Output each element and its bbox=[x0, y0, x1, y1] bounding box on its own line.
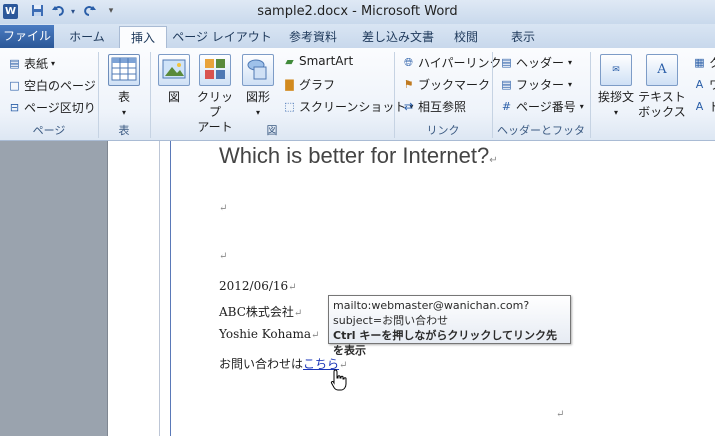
empty-paragraph[interactable]: ↵ bbox=[219, 200, 227, 214]
dropcap-button[interactable]: Aド bbox=[693, 98, 715, 115]
bookmark-button[interactable]: ⚑ ブックマーク bbox=[402, 76, 490, 93]
ribbon-tab-row: ファイル ホーム 挿入 ページ レイアウト 参考資料 差し込み文書 校閲 表示 bbox=[0, 24, 715, 49]
screenshot-icon: ⬚ bbox=[284, 100, 295, 113]
paragraph-mark: ↵ bbox=[556, 409, 565, 420]
header-button[interactable]: ▤ ヘッダー ▾ bbox=[500, 54, 572, 71]
footer-dropdown-icon: ▾ bbox=[568, 80, 573, 89]
group-label-header-footer: ヘッダーとフッター bbox=[497, 124, 585, 153]
paragraph-mark: ↵ bbox=[489, 155, 498, 166]
document-margin-background bbox=[0, 141, 107, 436]
cross-reference-button[interactable]: ⇄ 相互参照 bbox=[402, 98, 466, 115]
chart-icon: ▇ bbox=[285, 78, 294, 91]
textbox-button[interactable]: A テキスト ボックス bbox=[638, 54, 686, 120]
shapes-button[interactable]: 図形 ▾ bbox=[240, 54, 276, 120]
greeting-button[interactable]: ✉ 挨拶文 ▾ bbox=[596, 54, 636, 120]
smartart-button[interactable]: ▰ SmartArt bbox=[283, 54, 353, 68]
textbox-icon: A bbox=[646, 54, 678, 86]
text-boundary-guide bbox=[159, 141, 160, 436]
group-label-pages: ページ bbox=[32, 124, 66, 137]
title-bar: W ▾ ▾ sample2.docx - Microsoft Word bbox=[0, 0, 715, 24]
hyperlink-button[interactable]: 🌐︎ ハイパーリンク bbox=[402, 54, 501, 71]
table-button[interactable]: 表 ▾ bbox=[104, 54, 144, 120]
hand-cursor-icon bbox=[330, 369, 347, 391]
footer-button[interactable]: ▤ フッター ▾ bbox=[500, 76, 572, 93]
paragraph-mark: ↵ bbox=[293, 308, 303, 319]
ribbon: ▤ 表紙 ▾ □ 空白のページ ⊟ ページ区切り ページ 表 ▾ 表 図 クリップ アー… bbox=[0, 48, 715, 153]
greeting-icon: ✉ bbox=[600, 54, 632, 86]
bookmark-icon: ⚑ bbox=[403, 78, 414, 91]
tab-view[interactable]: 表示 bbox=[502, 26, 544, 48]
paragraph-mark: ↵ bbox=[288, 282, 297, 293]
wordart-icon: A bbox=[695, 78, 704, 91]
page-number-button[interactable]: # ページ番号 ▾ bbox=[500, 98, 584, 115]
group-label-tables: 表 bbox=[118, 124, 130, 137]
cover-page-button[interactable]: ▤ 表紙 ▾ bbox=[8, 55, 55, 72]
date-line[interactable]: 2012/06/16↵ bbox=[219, 279, 297, 293]
group-label-links: リンク bbox=[426, 124, 460, 137]
document-page[interactable] bbox=[107, 141, 715, 436]
document-heading[interactable]: Which is better for Internet?↵ bbox=[219, 143, 498, 169]
blank-page-button[interactable]: □ 空白のページ bbox=[8, 77, 95, 94]
company-line[interactable]: ABC株式会社↵ bbox=[219, 303, 302, 320]
footer-icon: ▤ bbox=[501, 78, 512, 91]
tab-page-layout[interactable]: ページ レイアウト bbox=[172, 26, 272, 48]
tab-mailings[interactable]: 差し込み文書 bbox=[356, 26, 440, 48]
cover-dropdown-icon: ▾ bbox=[51, 59, 56, 68]
dropcap-icon: A bbox=[695, 100, 704, 113]
page-number-icon: # bbox=[501, 100, 512, 113]
paragraph-mark: ↵ bbox=[311, 330, 320, 341]
quick-parts-icon: ▦ bbox=[694, 56, 705, 69]
tab-insert[interactable]: 挿入 bbox=[119, 26, 167, 49]
chart-button[interactable]: ▇ グラフ bbox=[283, 76, 335, 93]
table-dropdown-icon: ▾ bbox=[121, 108, 126, 117]
page-number-dropdown-icon: ▾ bbox=[579, 102, 584, 111]
paragraph-mark: ↵ bbox=[219, 203, 228, 214]
page-break-button[interactable]: ⊟ ページ区切り bbox=[8, 99, 96, 116]
wordart-button[interactable]: Aワ bbox=[693, 76, 715, 93]
header-icon: ▤ bbox=[501, 56, 512, 69]
hyperlink-icon: 🌐︎ bbox=[404, 56, 413, 69]
paragraph-mark: ↵ bbox=[219, 251, 228, 262]
cross-reference-icon: ⇄ bbox=[403, 100, 414, 113]
cover-page-icon: ▤ bbox=[9, 57, 20, 70]
empty-paragraph[interactable]: ↵ bbox=[556, 406, 564, 420]
quick-parts-button[interactable]: ▦ク bbox=[693, 54, 715, 71]
table-icon bbox=[108, 54, 140, 86]
contact-line[interactable]: お問い合わせはこちら↵ bbox=[219, 355, 347, 372]
tooltip-url-line: mailto:webmaster@wanichan.com? bbox=[333, 299, 530, 312]
smartart-icon: ▰ bbox=[285, 54, 294, 68]
tab-home[interactable]: ホーム bbox=[62, 26, 112, 48]
group-divider bbox=[590, 52, 591, 138]
clipart-icon bbox=[199, 54, 231, 86]
group-label-illustrations: 図 bbox=[266, 124, 278, 137]
name-line[interactable]: Yoshie Kohama↵ bbox=[219, 327, 319, 341]
shapes-dropdown-icon: ▾ bbox=[255, 108, 260, 117]
hyperlink-tooltip: mailto:webmaster@wanichan.com? subject=お… bbox=[328, 295, 571, 357]
header-dropdown-icon: ▾ bbox=[568, 58, 573, 67]
window-title: sample2.docx - Microsoft Word bbox=[257, 4, 458, 19]
margin-line bbox=[170, 141, 171, 436]
tooltip-subject-line: subject=お問い合わせ bbox=[333, 314, 449, 327]
blank-page-icon: □ bbox=[9, 79, 20, 92]
greeting-dropdown-icon: ▾ bbox=[613, 108, 618, 117]
tab-review[interactable]: 校閲 bbox=[446, 26, 486, 48]
tab-file[interactable]: ファイル bbox=[0, 25, 54, 48]
shapes-icon bbox=[242, 54, 274, 86]
tooltip-hint-line: Ctrl キーを押しながらクリックしてリンク先を表示 bbox=[333, 329, 558, 357]
tab-references[interactable]: 参考資料 bbox=[280, 26, 346, 48]
page-break-icon: ⊟ bbox=[9, 101, 20, 114]
picture-icon bbox=[158, 54, 190, 86]
empty-paragraph[interactable]: ↵ bbox=[219, 248, 227, 262]
picture-button[interactable]: 図 bbox=[157, 54, 191, 105]
